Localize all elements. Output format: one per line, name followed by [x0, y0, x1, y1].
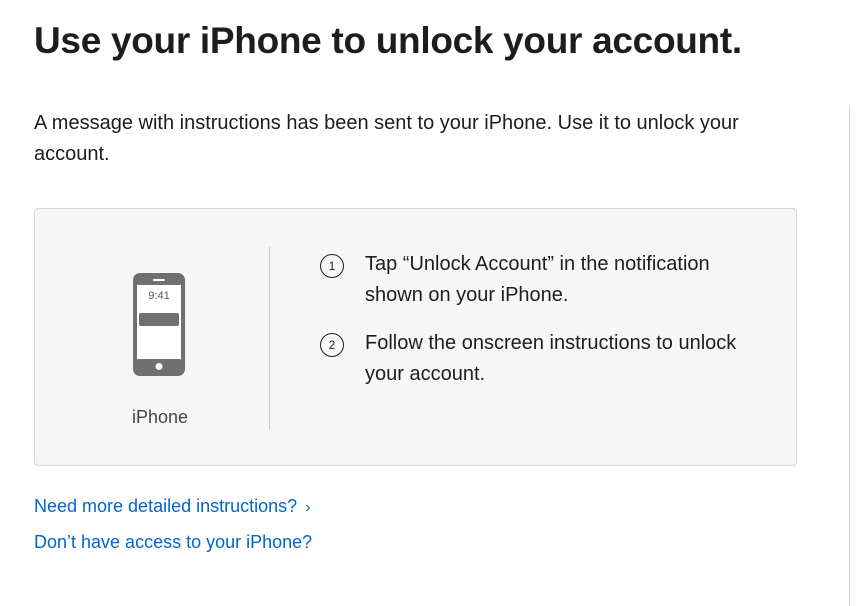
- no-access-link[interactable]: Don’t have access to your iPhone?: [34, 530, 312, 555]
- device-time: 9:41: [148, 290, 169, 302]
- chevron-right-icon: ›: [305, 499, 311, 516]
- intro-message: A message with instructions has been sen…: [34, 112, 739, 165]
- vertical-divider: [849, 106, 850, 606]
- instructions-card: 9:41 iPhone 1 Tap “Unlock Account” in th…: [34, 208, 797, 466]
- device-label: iPhone: [131, 407, 189, 427]
- step-1: 1 Tap “Unlock Account” in the notificati…: [319, 249, 769, 311]
- iphone-icon: 9:41: [133, 273, 185, 376]
- step-number-1: 1: [320, 254, 344, 278]
- step-number-2: 2: [320, 333, 344, 357]
- card-divider: [269, 247, 270, 430]
- help-links: Need more detailed instructions? › Don’t …: [34, 494, 312, 565]
- detailed-instructions-label: Need more detailed instructions?: [34, 496, 298, 516]
- step-2: 2 Follow the onscreen instructions to un…: [319, 328, 769, 390]
- steps-list: 1 Tap “Unlock Account” in the notificati…: [319, 249, 769, 407]
- page-title: Use your iPhone to unlock your account.: [34, 20, 742, 61]
- step-2-text: Follow the onscreen instructions to unlo…: [365, 332, 737, 385]
- step-1-text: Tap “Unlock Account” in the notification…: [365, 253, 710, 306]
- detailed-instructions-link[interactable]: Need more detailed instructions? ›: [34, 494, 312, 520]
